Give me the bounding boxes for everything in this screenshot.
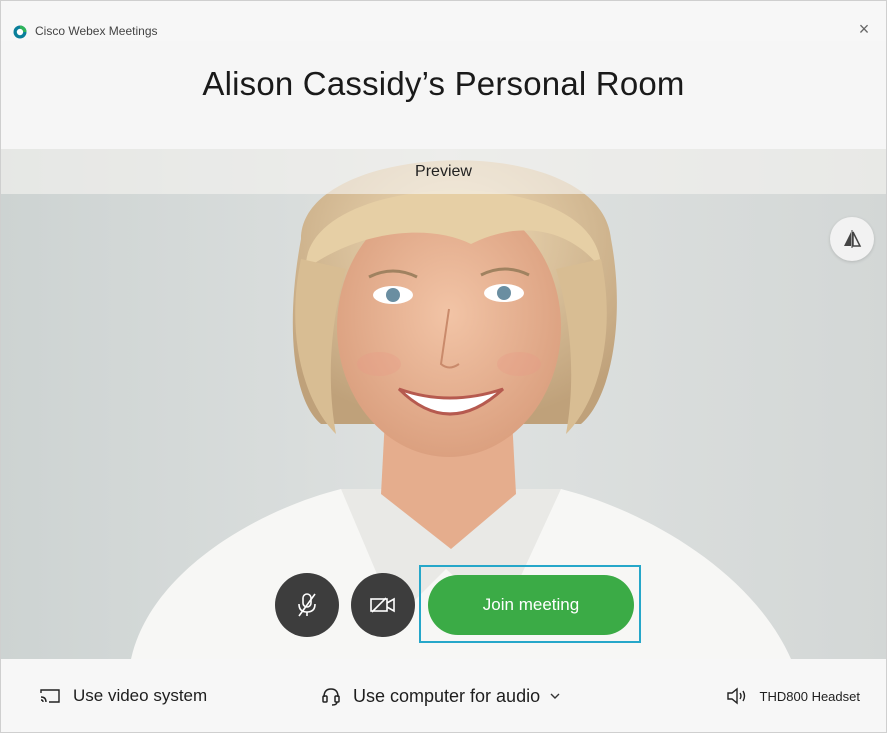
speaker-icon bbox=[726, 687, 748, 705]
close-icon: × bbox=[858, 19, 870, 39]
chevron-down-icon bbox=[550, 693, 560, 699]
video-system-label: Use video system bbox=[73, 686, 208, 705]
cast-screen-icon bbox=[39, 688, 61, 704]
mirror-view-button[interactable] bbox=[830, 217, 874, 261]
speaker-label: THD800 Headset bbox=[759, 688, 860, 704]
microphone-muted-icon bbox=[298, 593, 316, 617]
speaker-selector[interactable]: THD800 Headset bbox=[726, 683, 860, 709]
start-video-button[interactable] bbox=[351, 573, 415, 637]
bottom-bar: Use video system Use computer for audio bbox=[1, 659, 886, 732]
video-preview: Preview Join meeting bbox=[1, 149, 886, 659]
page-title: Alison Cassidy’s Personal Room bbox=[202, 65, 685, 102]
close-button[interactable]: × bbox=[854, 19, 874, 39]
webex-window: Cisco Webex Meetings × Alison Cassidy’s … bbox=[0, 0, 887, 733]
title-bar: Cisco Webex Meetings × bbox=[1, 1, 886, 41]
preview-label: Preview bbox=[1, 149, 886, 194]
join-meeting-button[interactable]: Join meeting bbox=[428, 575, 634, 635]
video-off-icon bbox=[370, 597, 395, 613]
app-name: Cisco Webex Meetings bbox=[35, 24, 158, 38]
mute-button[interactable] bbox=[275, 573, 339, 637]
webex-logo-icon bbox=[13, 25, 27, 39]
headset-icon bbox=[321, 686, 341, 706]
use-video-system-button[interactable]: Use video system bbox=[39, 683, 207, 709]
audio-option-label: Use computer for audio bbox=[353, 685, 541, 706]
mirror-flip-icon bbox=[844, 230, 862, 248]
audio-connection-dropdown[interactable]: Use computer for audio bbox=[321, 683, 560, 709]
